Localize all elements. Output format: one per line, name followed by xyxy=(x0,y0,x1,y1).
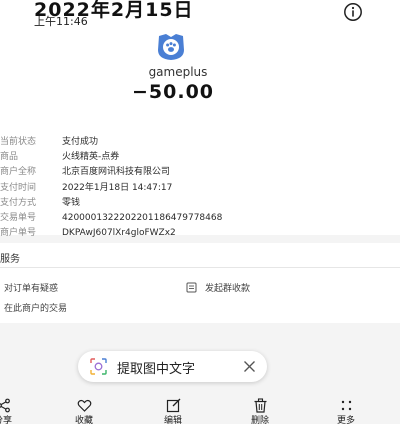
toolbar-label: 删除 xyxy=(250,416,269,424)
detail-row-time: 支付时间 2022年1月18日 14:47:17 xyxy=(0,181,400,196)
service-section: 服务 对订单有疑惑 发起群收款 在此商户的交易 xyxy=(0,243,400,323)
detail-label: 支付方式 xyxy=(0,197,37,208)
toolbar-label: 更多 xyxy=(336,416,355,424)
extract-text-button[interactable]: 提取图中文字 xyxy=(78,351,267,382)
photo-viewer-screen: 2022年2月15日 上午11:46 gameplus −50.00 当前状态 … xyxy=(0,0,400,424)
share-button[interactable]: 分享 xyxy=(0,395,23,424)
close-icon[interactable] xyxy=(243,360,256,373)
detail-value: 火线精英-点券 xyxy=(62,152,120,163)
detail-label: 支付时间 xyxy=(0,182,37,193)
toolbar-label: 分享 xyxy=(0,416,12,424)
service-item-label: 发起群收款 xyxy=(205,284,251,294)
service-item-group-receipt[interactable]: 发起群收款 xyxy=(186,281,250,294)
detail-label: 商户单号 xyxy=(0,228,37,239)
group-receipt-icon xyxy=(186,282,197,293)
heart-icon xyxy=(77,398,92,413)
more-button[interactable]: 更多 xyxy=(326,395,366,424)
detail-value: 零钱 xyxy=(62,197,81,208)
merchant-name: gameplus xyxy=(148,65,208,79)
detail-label: 当前状态 xyxy=(0,137,37,147)
extract-text-label: 提取图中文字 xyxy=(117,362,196,377)
detail-row-merchant: 商户全称 北京百度网讯科技有限公司 xyxy=(0,165,400,180)
trash-icon xyxy=(253,398,268,413)
service-item-merchant-transactions[interactable]: 在此商户的交易 xyxy=(4,301,67,314)
service-title: 服务 xyxy=(0,254,20,265)
detail-value: 支付成功 xyxy=(62,137,99,147)
divider xyxy=(0,267,400,268)
info-icon[interactable] xyxy=(343,2,363,22)
detail-row-status: 当前状态 支付成功 xyxy=(0,135,400,150)
detail-row-method: 支付方式 零钱 xyxy=(0,196,400,211)
payment-receipt-card: gameplus −50.00 当前状态 支付成功 商品 火线精英-点券 商户全… xyxy=(0,30,400,238)
bottom-toolbar: 分享 收藏 编辑 删除 更多 xyxy=(0,395,400,424)
service-item-order-question[interactable]: 对订单有疑惑 xyxy=(4,281,58,294)
service-item-label: 在此商户的交易 xyxy=(4,304,68,314)
merchant-logo-icon xyxy=(154,32,188,62)
favorite-button[interactable]: 收藏 xyxy=(64,395,104,424)
photo-time: 上午11:46 xyxy=(34,15,88,28)
text-scan-icon xyxy=(90,358,107,375)
more-icon xyxy=(339,398,354,413)
detail-label: 商品 xyxy=(0,152,19,163)
viewer-header: 2022年2月15日 上午11:46 xyxy=(0,0,400,30)
detail-row-merchant-order-id: 商户单号 DKPAwJ607lXr4gloFWZx2 xyxy=(0,226,400,241)
toolbar-label: 收藏 xyxy=(74,416,93,424)
detail-label: 商户全称 xyxy=(0,167,37,178)
edit-icon xyxy=(166,398,181,413)
detail-value: 北京百度网讯科技有限公司 xyxy=(62,167,171,178)
detail-row-product: 商品 火线精英-点券 xyxy=(0,150,400,165)
detail-label: 交易单号 xyxy=(0,212,37,223)
detail-value: 4200001322202201186479778468 xyxy=(62,212,223,223)
detail-value: DKPAwJ607lXr4gloFWZx2 xyxy=(62,228,176,239)
detail-row-transaction-id: 交易单号 4200001322202201186479778468 xyxy=(0,211,400,226)
service-item-label: 对订单有疑惑 xyxy=(4,284,59,294)
edit-button[interactable]: 编辑 xyxy=(153,395,193,424)
toolbar-label: 编辑 xyxy=(163,416,182,424)
receipt-details: 当前状态 支付成功 商品 火线精英-点券 商户全称 北京百度网讯科技有限公司 支… xyxy=(0,135,400,241)
share-icon xyxy=(0,398,11,413)
detail-value: 2022年1月18日 14:47:17 xyxy=(62,182,173,193)
payment-amount: −50.00 xyxy=(131,81,215,103)
delete-button[interactable]: 删除 xyxy=(240,395,280,424)
